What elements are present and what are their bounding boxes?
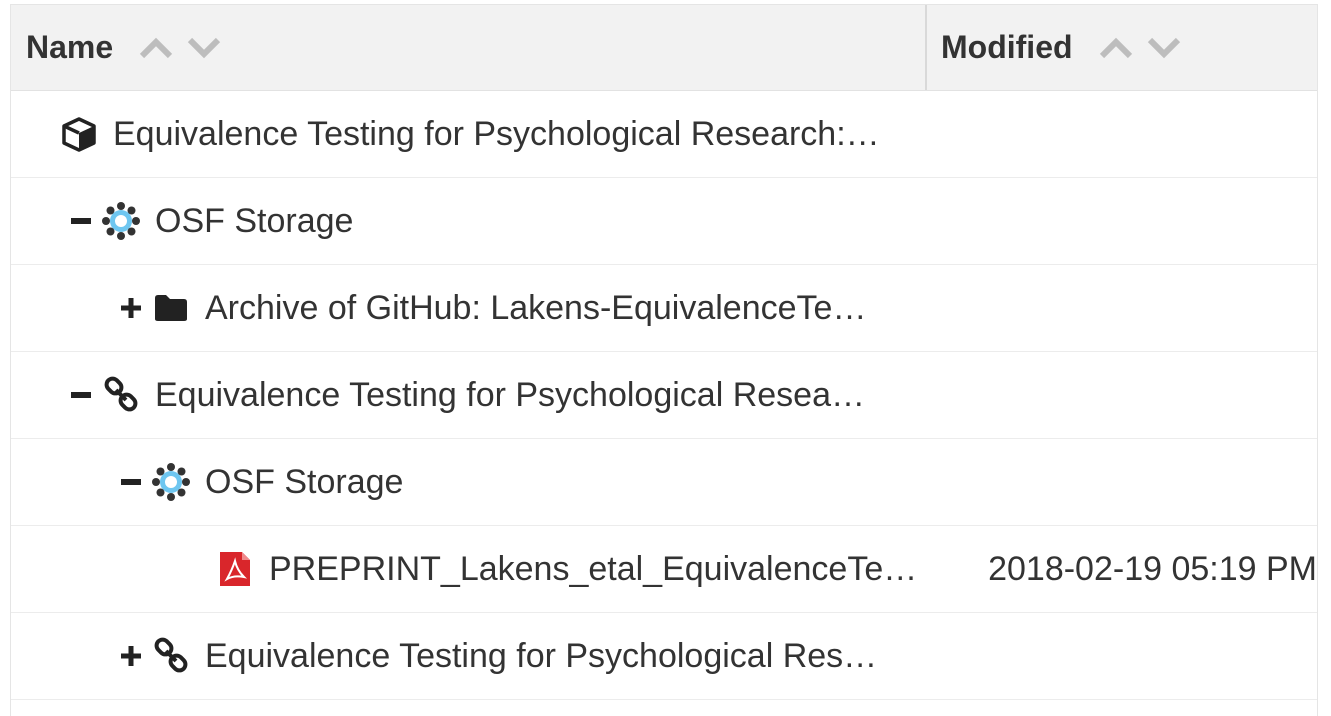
row-label[interactable]: OSF Storage: [155, 202, 353, 241]
sort-ascending-icon[interactable]: [1099, 37, 1133, 59]
row-label[interactable]: PREPRINT_Lakens_etal_EquivalenceTe…: [269, 550, 917, 589]
row-label[interactable]: OSF Storage: [205, 463, 403, 502]
plus-icon: [121, 646, 141, 666]
plus-icon: [121, 298, 141, 318]
modified-header-label: Modified: [941, 29, 1073, 65]
sort-ascending-icon[interactable]: [139, 37, 173, 59]
expand-toggle[interactable]: [116, 646, 146, 666]
row-label[interactable]: Equivalence Testing for Psychological Re…: [113, 115, 880, 154]
grid-header: Name Modified: [11, 5, 1317, 91]
name-column-header: Name: [11, 5, 927, 90]
tree-row-archive-folder[interactable]: Archive of GitHub: Lakens-EquivalenceTe…: [11, 265, 1317, 352]
link-icon: [101, 375, 141, 415]
file-tree-grid: Name Modified Equivalence Testing for Ps…: [10, 4, 1318, 716]
link-icon: [151, 636, 191, 676]
tree-row-linked-component[interactable]: Equivalence Testing for Psychological Re…: [11, 352, 1317, 439]
cube-icon: [59, 114, 99, 154]
row-label[interactable]: Archive of GitHub: Lakens-EquivalenceTe…: [205, 289, 866, 328]
minus-icon: [71, 392, 91, 398]
collapse-toggle[interactable]: [116, 479, 146, 485]
minus-icon: [121, 479, 141, 485]
modified-column-header: Modified: [927, 5, 1317, 90]
pdf-file-icon: [215, 549, 255, 589]
collapse-toggle[interactable]: [66, 392, 96, 398]
folder-icon: [151, 288, 191, 328]
row-label[interactable]: Equivalence Testing for Psychological Re…: [155, 376, 865, 415]
tree-row-osf-storage-nested[interactable]: OSF Storage: [11, 439, 1317, 526]
tree-row-linked-component-nested[interactable]: Equivalence Testing for Psychological Re…: [11, 613, 1317, 700]
tree-row-pdf-file[interactable]: PREPRINT_Lakens_etal_EquivalenceTe… 2018…: [11, 526, 1317, 613]
collapse-toggle[interactable]: [66, 218, 96, 224]
tree-row-project[interactable]: Equivalence Testing for Psychological Re…: [11, 91, 1317, 178]
sort-descending-icon[interactable]: [187, 37, 221, 59]
name-header-label: Name: [26, 29, 114, 65]
minus-icon: [71, 218, 91, 224]
row-label[interactable]: Equivalence Testing for Psychological Re…: [205, 637, 877, 676]
osf-storage-icon: [151, 462, 191, 502]
tree-row-osf-storage[interactable]: OSF Storage: [11, 178, 1317, 265]
expand-toggle[interactable]: [116, 298, 146, 318]
sort-descending-icon[interactable]: [1147, 37, 1181, 59]
row-modified: 2018-02-19 05:19 PM: [988, 549, 1317, 588]
osf-storage-icon: [101, 201, 141, 241]
